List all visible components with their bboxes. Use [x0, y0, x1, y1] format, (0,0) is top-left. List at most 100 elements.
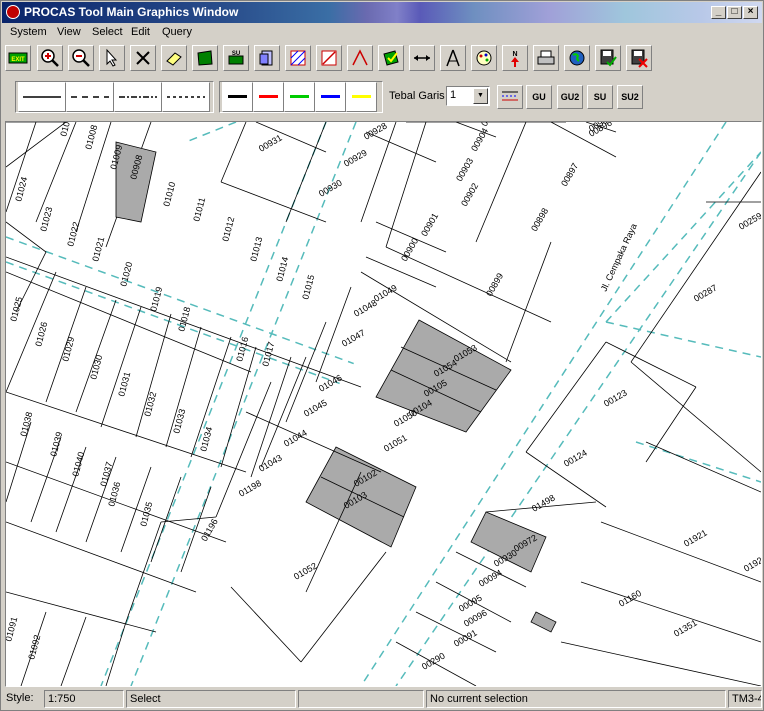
parcel-label: 00904: [469, 126, 490, 153]
line-style-dashdot[interactable]: [114, 82, 162, 112]
zoom-in-icon: [41, 49, 59, 67]
parcel-label: 01040: [70, 451, 86, 478]
gu2-button[interactable]: GU2: [557, 85, 583, 109]
save-cancel-button[interactable]: [626, 45, 652, 71]
menu-edit[interactable]: Edit: [131, 26, 150, 38]
status-mode: Select: [126, 690, 296, 708]
line-style-solid[interactable]: [18, 82, 66, 112]
status-bar: Style: 1:750 Select No current selection…: [2, 688, 762, 710]
distance-button[interactable]: [409, 45, 435, 71]
close-button[interactable]: ×: [743, 6, 758, 19]
minimize-button[interactable]: _: [711, 6, 726, 19]
map-check-button[interactable]: [378, 45, 404, 71]
angle-icon: [352, 49, 368, 66]
solid-line-icon: [23, 96, 61, 98]
parcel-label: 01022: [65, 221, 81, 248]
print-button[interactable]: [533, 45, 559, 71]
north-arrow-button[interactable]: N: [502, 45, 528, 71]
swatch-yellow: [352, 95, 371, 98]
parcel-label: 01092: [26, 634, 42, 661]
parcel-label: 00902: [459, 181, 480, 208]
save-check-button[interactable]: [595, 45, 621, 71]
compass-button[interactable]: [440, 45, 466, 71]
color-green-button[interactable]: [284, 82, 315, 112]
parcel-label: 00929: [342, 148, 369, 169]
menu-system[interactable]: System: [10, 26, 47, 38]
parcel-label: 01025: [8, 296, 24, 323]
style-toolbar: Tebal Garis 1 ▼ GU GU2 SU SU2: [5, 81, 761, 115]
menu-bar: System View Select Edit Query: [2, 24, 762, 42]
parcel-label: 01029: [60, 336, 76, 363]
parcel-label: 00903: [454, 156, 475, 183]
gu-button[interactable]: GU: [526, 85, 552, 109]
exit-icon: EXIT: [8, 52, 28, 64]
parcel-label: 01026: [33, 321, 49, 348]
color-yellow-button[interactable]: [346, 82, 377, 112]
layers-button[interactable]: [254, 45, 280, 71]
map-canvas[interactable]: Jl. Cempaka Raya 00905009060090300904009…: [5, 121, 762, 687]
distance-icon: [414, 55, 430, 61]
parcel-label: 01032: [142, 391, 158, 418]
parcel-label: 01010: [161, 181, 177, 208]
dropdown-arrow-icon[interactable]: ▼: [473, 88, 488, 104]
menu-view[interactable]: View: [57, 26, 81, 38]
zoom-out-button[interactable]: [68, 45, 94, 71]
title-bar[interactable]: PROCAS Tool Main Graphics Window _ □ ×: [2, 2, 762, 23]
dashed-line-icon: [71, 96, 109, 98]
menu-query[interactable]: Query: [162, 26, 192, 38]
color-blue-button[interactable]: [315, 82, 346, 112]
delete-button[interactable]: [130, 45, 156, 71]
north-label: N: [512, 51, 517, 58]
parcel-label: 00287: [692, 283, 719, 304]
eraser-button[interactable]: [161, 45, 187, 71]
parcel-label: 01039: [48, 431, 64, 458]
hatch-icon: [290, 50, 306, 66]
parcel-label: 01351: [672, 618, 699, 639]
line-style-dotted[interactable]: [162, 82, 210, 112]
globe-button[interactable]: [564, 45, 590, 71]
angle-button[interactable]: [347, 45, 373, 71]
line-pattern-icon: [502, 91, 518, 101]
parcel-label: 01007: [58, 122, 74, 138]
su-tool-button[interactable]: SU: [223, 45, 249, 71]
exit-button[interactable]: EXIT: [5, 45, 31, 71]
status-style-label: Style:: [6, 692, 34, 704]
swatch-black: [228, 95, 247, 98]
app-logo-icon: [6, 5, 20, 19]
tebal-garis-select[interactable]: 1 ▼: [446, 86, 490, 106]
exit-label: EXIT: [11, 57, 25, 63]
menu-select[interactable]: Select: [92, 26, 123, 38]
zoom-in-button[interactable]: [37, 45, 63, 71]
parcel-label: 01011: [191, 196, 207, 222]
hatch-button[interactable]: [285, 45, 311, 71]
line-pattern-button[interactable]: [497, 85, 523, 109]
color-black-button[interactable]: [222, 82, 253, 112]
parcel-label: 01160: [617, 588, 643, 609]
su-tool-icon: SU: [228, 51, 244, 65]
maximize-button[interactable]: □: [727, 6, 742, 19]
parcel-label: 01498: [530, 493, 557, 514]
layers-icon: [259, 50, 273, 66]
palette-button[interactable]: [471, 45, 497, 71]
polygon-fill-button[interactable]: [192, 45, 218, 71]
parcel-label: 01049: [372, 283, 399, 304]
window-title: PROCAS Tool Main Graphics Window: [24, 5, 239, 19]
polygon-fill-icon: [197, 50, 213, 66]
status-scale: 1:750: [44, 690, 124, 708]
parcel-label: 00123: [602, 388, 629, 409]
road-name-label: Jl. Cempaka Raya: [599, 222, 639, 293]
eraser-icon: [166, 52, 182, 66]
su2-button[interactable]: SU2: [617, 85, 643, 109]
parcel-label: 01051: [382, 433, 409, 454]
su-button[interactable]: SU: [587, 85, 613, 109]
parcel-map[interactable]: Jl. Cempaka Raya 00905009060090300904009…: [6, 122, 761, 686]
parcel-label: 00124: [562, 448, 589, 469]
parcel-label: 01012: [220, 216, 236, 243]
color-red-button[interactable]: [253, 82, 284, 112]
select-button[interactable]: [99, 45, 125, 71]
parcel-label: 00900: [399, 236, 420, 263]
measure-button[interactable]: [316, 45, 342, 71]
line-style-dashed[interactable]: [66, 82, 114, 112]
parcel-label: 01024: [13, 176, 29, 203]
parcel-label: 01047: [340, 328, 367, 349]
